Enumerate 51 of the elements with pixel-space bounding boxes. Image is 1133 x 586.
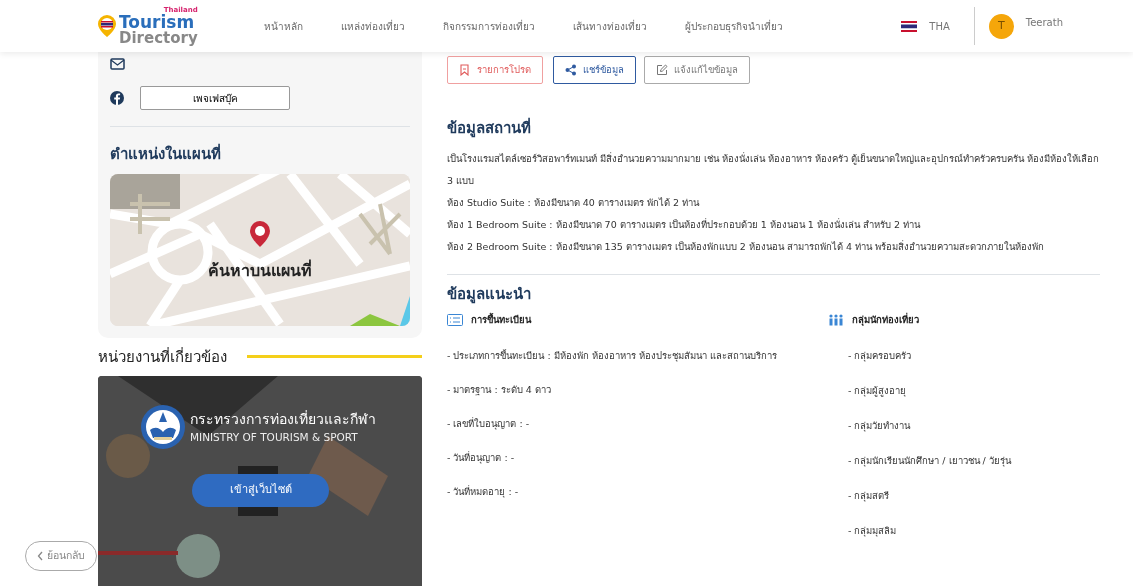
nav-link[interactable]: กิจกรรมการท่องเที่ยว: [442, 18, 535, 34]
list-item: - กลุ่มมุสลิม: [847, 524, 898, 539]
envelope-icon: [110, 58, 125, 70]
list-item: - เลขที่ใบอนุญาต : -: [447, 416, 531, 432]
list-item: - กลุ่มครอบครัว: [847, 349, 913, 364]
facebook-page-button[interactable]: เพจเฟสบุ๊ค: [140, 86, 290, 110]
edit-icon: [656, 64, 668, 76]
section-title: ข้อมูลแนะนำ: [447, 283, 532, 305]
list-item: - กลุ่มนักเรียนนักศึกษา / เยาวชน / วัยรุ่น: [847, 454, 1013, 469]
organization-name-english: MINISTRY OF TOURISM & SPORT: [190, 429, 359, 445]
nav-link[interactable]: หน้าหลัก: [263, 18, 303, 34]
description-paragraph: เป็นโรงแรมสไตล์เซอร์วิสอพาร์ทเมนท์ มีสิ่งอำนวยความมากมาย เช่น ห้องนั่งเล่น ห้องอาหาร ห้องครัว ตู้เย็นขนาดใหญ่และอุปกรณ์ทำครัวครบครัน ห้องมีห้องให้เลือก 3 แบบ: [447, 151, 1100, 188]
user-name[interactable]: Teerath: [1025, 14, 1063, 30]
list-item: - วันที่อนุญาต : -: [447, 450, 516, 466]
action-button[interactable]: รายการโปรด: [447, 56, 543, 84]
section-title: หน่วยงานที่เกี่ยวข้อง: [98, 346, 227, 368]
section-title: ตำแหน่งในแผนที่: [110, 143, 222, 165]
nav-link[interactable]: เส้นทางท่องเที่ยว: [572, 18, 647, 34]
pin-flag-icon: [97, 14, 117, 38]
nav-link[interactable]: แหล่งท่องเที่ยว: [340, 18, 405, 34]
flag-icon: [901, 20, 918, 32]
checklist-icon: [447, 314, 463, 327]
subsection-title: การขึ้นทะเบียน: [471, 313, 531, 327]
map-preview[interactable]: ค้นหาบนแผนที่: [110, 173, 410, 326]
list-item: - กลุ่มวัยทำงาน: [847, 419, 912, 434]
action-button[interactable]: แจ้งแก้ไขข้อมูล: [644, 56, 750, 84]
subsection-title: กลุ่มนักท่องเที่ยว: [851, 313, 919, 328]
action-button[interactable]: แชร์ข้อมูล: [553, 56, 636, 84]
list-item: - วันที่หมดอายุ : -: [447, 484, 520, 500]
back-button[interactable]: ย้อนกลับ: [25, 541, 97, 571]
facebook-icon: [110, 91, 124, 105]
description-paragraph: ห้อง 1 Bedroom Suite : ห้องมีขนาด 70 ตารางเมตร เป็นห้องที่ประกอบด้วย 1 ห้องนอน 1 ห้องนั่งเล่น สำหรับ 2 ท่าน: [447, 217, 922, 232]
ministry-emblem-icon: [140, 404, 186, 450]
list-item: - มาตรฐาน : ระดับ 4 ดาว: [447, 383, 552, 398]
section-title: ข้อมูลสถานที่: [447, 117, 532, 140]
location-pin-icon: [250, 220, 270, 247]
user-avatar[interactable]: T: [988, 13, 1014, 39]
share-icon: [565, 64, 577, 76]
list-item: - กลุ่มผู้สูงอายุ: [847, 384, 908, 399]
visit-website-button[interactable]: เข้าสู่เว็บไซต์: [192, 474, 329, 507]
bookmark-icon: [459, 64, 471, 76]
language-selector[interactable]: THA: [929, 18, 950, 34]
chevron-left-icon: [37, 551, 43, 561]
list-item: - กลุ่มสตรี: [847, 489, 891, 504]
organization-name: กระทรวงการท่องเที่ยวและกีฬา: [190, 409, 376, 429]
list-item: - ประเภทการขึ้นทะเบียน : มีห้องพัก ห้องอาหาร ห้องประชุมสัมนา และสถานบริการ: [447, 348, 778, 364]
description-paragraph: ห้อง Studio Suite : ห้องมีขนาด 40 ตารางเมตร พักได้ 2 ท่าน: [447, 195, 701, 210]
people-group-icon: [827, 314, 844, 327]
nav-link[interactable]: ผู้ประกอบธุรกิจนำเที่ยว: [684, 18, 783, 34]
description-paragraph: ห้อง 2 Bedroom Suite : ห้องมีขนาด 135 ตารางเมตร เป็นห้องพักแบบ 2 ห้องนอน สามารถพักได้ 4 ท่าน พร้อมสิ่งอำนวยความสะดวกภายในห้องพัก: [447, 239, 1045, 254]
map-search-label: ค้นหาบนแผนที่: [207, 258, 313, 282]
